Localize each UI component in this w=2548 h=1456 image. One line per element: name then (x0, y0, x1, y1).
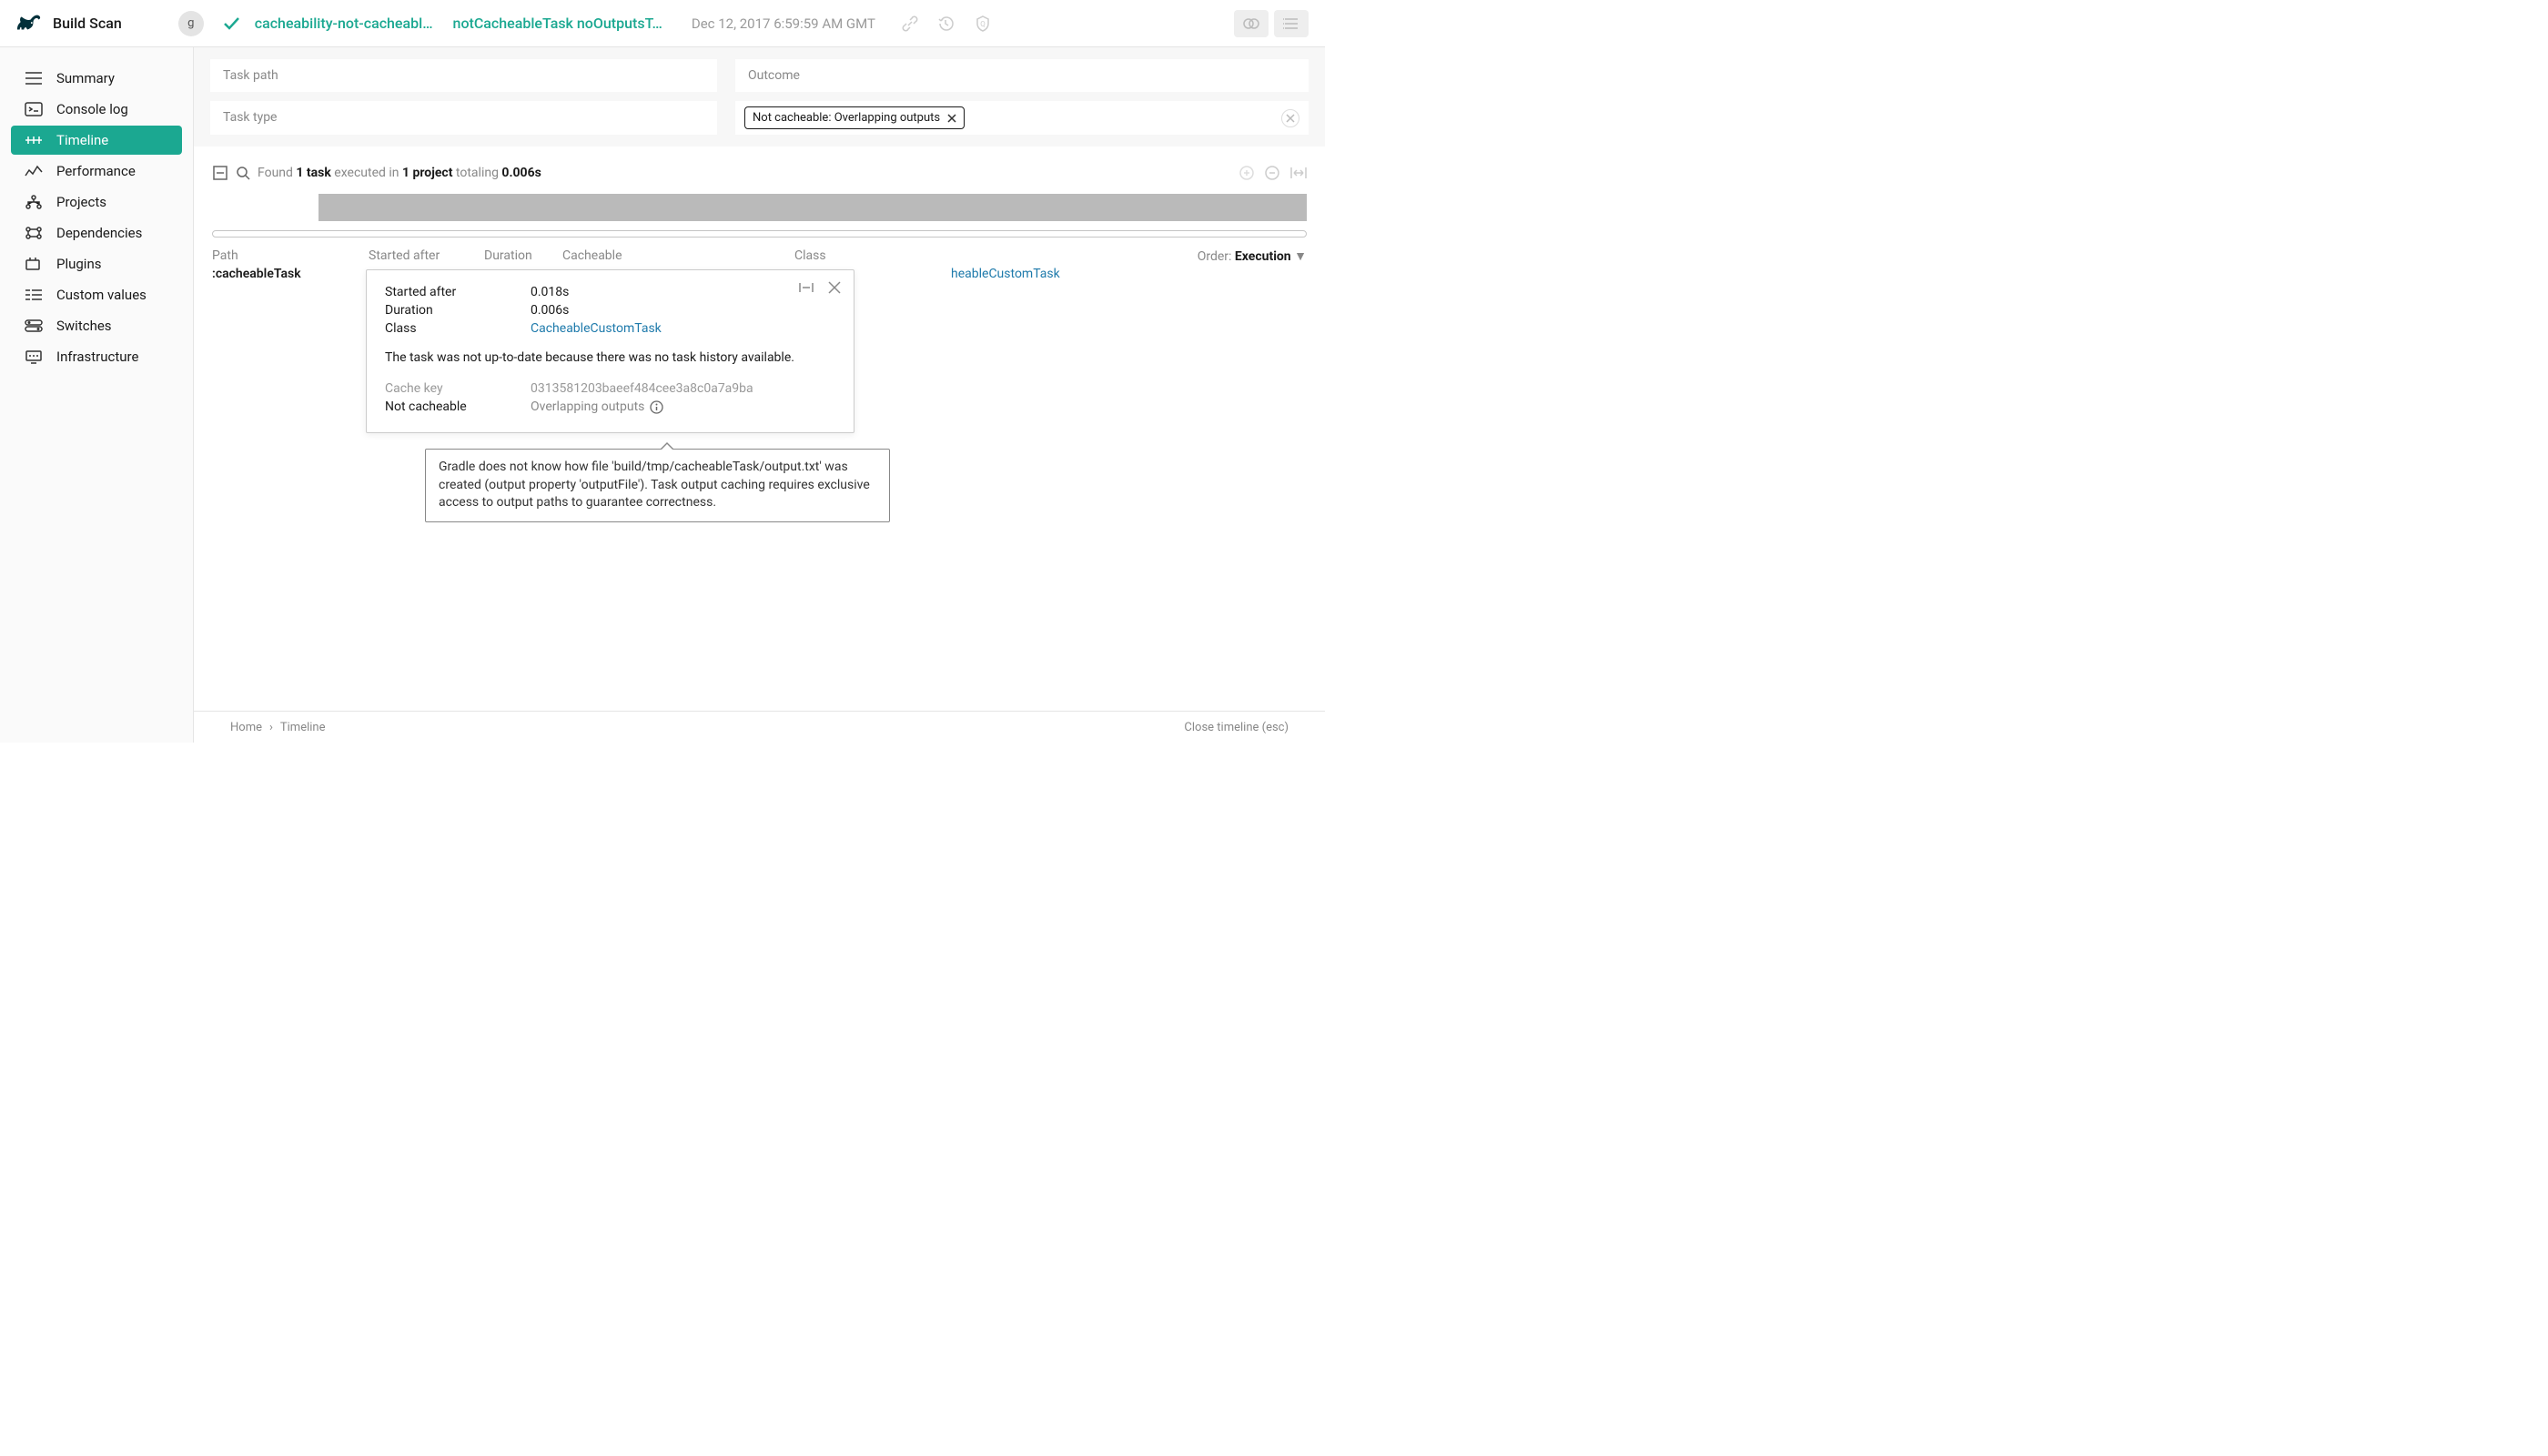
build-name[interactable]: cacheability-not-cacheabl… (255, 15, 433, 32)
sidebar-item-label: Plugins (56, 256, 101, 272)
results-summary: Found 1 task executed in 1 project total… (194, 147, 1325, 194)
timeline-icon (24, 133, 44, 147)
custom-values-icon (24, 288, 44, 302)
summary-icon (24, 71, 44, 86)
col-class[interactable]: Class (794, 248, 1198, 264)
badge-icon[interactable]: Q (974, 15, 992, 33)
fit-icon[interactable] (1290, 166, 1307, 180)
sidebar-item-label: Dependencies (56, 225, 142, 241)
sidebar-item-label: Custom values (56, 287, 147, 303)
info-icon[interactable] (650, 400, 663, 414)
focus-icon[interactable] (799, 281, 814, 294)
svg-text:Q: Q (980, 20, 986, 28)
sidebar-item-label: Performance (56, 163, 136, 179)
list-view-toggle[interactable] (1274, 10, 1309, 37)
sidebar-item-timeline[interactable]: Timeline (11, 126, 182, 155)
sidebar-item-label: Infrastructure (56, 349, 138, 365)
zoom-in-icon[interactable] (1239, 166, 1254, 180)
sidebar-item-dependencies[interactable]: Dependencies (11, 218, 182, 248)
sidebar-item-label: Console log (56, 101, 128, 117)
sidebar-item-summary[interactable]: Summary (11, 64, 182, 93)
duration-label: Duration (385, 303, 531, 318)
clear-filters-button[interactable] (1281, 109, 1299, 127)
switches-icon (24, 318, 44, 333)
task-path-filter[interactable]: Task path (210, 59, 717, 92)
order-selector[interactable]: Order: Execution ▼ (1198, 248, 1307, 264)
sidebar-item-infrastructure[interactable]: Infrastructure (11, 342, 182, 371)
timeline-bar[interactable] (318, 194, 1307, 221)
col-started-after[interactable]: Started after (369, 248, 484, 264)
dependencies-icon (24, 226, 44, 240)
tasks-string[interactable]: notCacheableTask noOutputsT… (453, 15, 662, 32)
chip-close-icon[interactable] (947, 114, 956, 123)
col-cacheable[interactable]: Cacheable (562, 248, 794, 264)
started-after-value: 0.018s (531, 285, 569, 299)
outcome-filter-value: Not cacheable: Overlapping outputs (735, 101, 1309, 135)
started-after-label: Started after (385, 285, 531, 299)
task-type-filter[interactable]: Task type (210, 101, 717, 135)
breadcrumb-current: Timeline (280, 721, 326, 734)
up-to-date-message: The task was not up-to-date because ther… (385, 350, 835, 365)
info-tooltip: Gradle does not know how file 'build/tmp… (425, 449, 890, 522)
user-avatar[interactable]: g (178, 11, 204, 36)
success-check-icon (222, 15, 240, 33)
class-label: Class (385, 321, 531, 336)
brand-name: Build Scan (53, 15, 122, 32)
performance-icon (24, 164, 44, 178)
col-path[interactable]: Path (212, 248, 369, 264)
task-class-peek: heableCustomTask (951, 267, 1060, 281)
col-duration[interactable]: Duration (484, 248, 562, 264)
task-detail-popover: Started after0.018s Duration0.006s Class… (366, 269, 854, 433)
class-value[interactable]: CacheableCustomTask (531, 321, 662, 336)
projects-icon (24, 195, 44, 209)
task-name: :cacheableTask (212, 267, 369, 281)
breadcrumb-home[interactable]: Home (230, 721, 262, 734)
outcome-filter-label[interactable]: Outcome (735, 59, 1309, 92)
breadcrumb-footer: Home › Timeline Close timeline (esc) (194, 711, 1325, 743)
expand-icon[interactable] (212, 165, 228, 181)
infrastructure-icon (24, 349, 44, 364)
filter-chip[interactable]: Not cacheable: Overlapping outputs (744, 106, 965, 129)
header-meta-icons: Q (901, 15, 992, 33)
sidebar-item-label: Switches (56, 318, 112, 334)
sidebar-item-console-log[interactable]: Console log (11, 95, 182, 124)
sidebar-item-label: Timeline (56, 132, 108, 148)
header: Build Scan g cacheability-not-cacheabl… … (0, 0, 1325, 47)
sidebar-item-label: Summary (56, 70, 115, 86)
build-timestamp: Dec 12, 2017 6:59:59 AM GMT (692, 15, 875, 32)
sidebar-item-custom-values[interactable]: Custom values (11, 280, 182, 309)
breadcrumb-separator: › (269, 721, 273, 734)
cache-key-label: Cache key (385, 381, 531, 396)
sidebar: Summary Console log Timeline Performance… (0, 47, 194, 743)
sidebar-item-performance[interactable]: Performance (11, 157, 182, 186)
summary-text: Found 1 task executed in 1 project total… (258, 166, 541, 180)
close-icon[interactable] (828, 281, 841, 294)
not-cacheable-label: Not cacheable (385, 399, 531, 414)
zoom-out-icon[interactable] (1265, 166, 1279, 180)
tooltip-text: Gradle does not know how file 'build/tmp… (439, 460, 870, 510)
search-icon[interactable] (236, 166, 250, 180)
sidebar-item-projects[interactable]: Projects (11, 187, 182, 217)
duration-value: 0.006s (531, 303, 569, 318)
cache-key-value: 0313581203baeef484cee3a8c0a7a9ba (531, 381, 753, 396)
filters-panel: Task path Outcome Task type Not cacheabl… (194, 47, 1325, 147)
history-icon[interactable] (937, 15, 956, 33)
gradle-logo (16, 13, 42, 35)
link-icon[interactable] (901, 15, 919, 33)
sidebar-item-label: Projects (56, 194, 106, 210)
timeline-scrubber[interactable] (212, 230, 1307, 238)
sidebar-item-plugins[interactable]: Plugins (11, 249, 182, 278)
plugins-icon (24, 257, 44, 271)
close-timeline-hint[interactable]: Close timeline (esc) (1184, 721, 1289, 734)
compare-view-toggle[interactable] (1234, 10, 1269, 37)
sidebar-item-switches[interactable]: Switches (11, 311, 182, 340)
chip-label: Not cacheable: Overlapping outputs (753, 111, 940, 125)
table-headers: Path Started after Duration Cacheable Cl… (194, 248, 1325, 264)
console-icon (24, 102, 44, 116)
not-cacheable-value: Overlapping outputs (531, 399, 663, 414)
